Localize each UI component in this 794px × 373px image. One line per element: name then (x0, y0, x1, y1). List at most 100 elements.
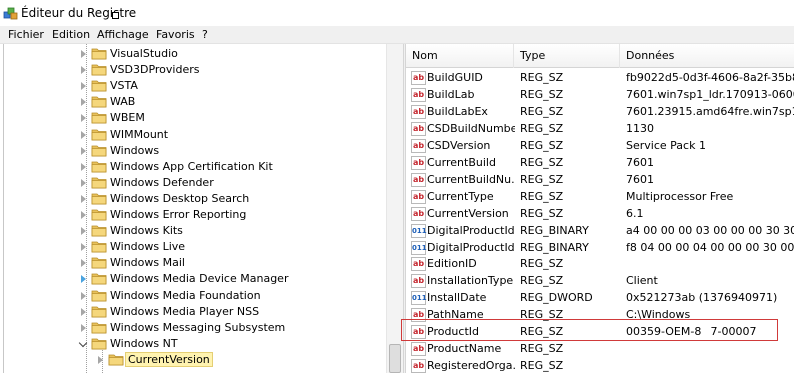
expand-arrow-icon[interactable] (81, 146, 86, 155)
expand-arrow-icon[interactable] (81, 178, 86, 187)
tree-item-label: CurrentVersion (125, 351, 213, 367)
folder-icon (91, 63, 107, 76)
string-value-icon: ab (411, 138, 426, 153)
folder-icon (91, 240, 107, 253)
expand-arrow-icon[interactable] (81, 307, 86, 316)
value-data: 6.1 (626, 206, 644, 220)
tree-guide-line (86, 44, 87, 373)
value-row[interactable]: 011 DigitalProductId4 REG_BINARY f8 04 00 0… (406, 240, 794, 257)
expand-arrow-icon[interactable] (81, 227, 86, 236)
value-type: REG_SZ (520, 138, 564, 152)
expand-arrow-icon[interactable] (81, 259, 86, 268)
tree-item-label: Windows Defender (110, 175, 214, 189)
value-name: InstallationType (427, 274, 514, 288)
value-name: BuildLabEx (427, 104, 488, 118)
expand-arrow-icon[interactable] (81, 194, 86, 203)
menu-edition[interactable]: Edition (52, 28, 90, 41)
value-row[interactable]: 011 InstallDate REG_DWORD 0x521273ab (13769… (406, 290, 794, 307)
value-type: REG_SZ (520, 121, 564, 135)
string-value-icon: ab (411, 172, 426, 187)
value-row[interactable]: 011 DigitalProductId REG_BINARY a4 00 00 00… (406, 223, 794, 240)
folder-icon (91, 79, 107, 92)
value-name: BuildLab (427, 87, 475, 101)
expand-arrow-icon[interactable] (81, 323, 86, 332)
value-type: REG_SZ (520, 257, 564, 271)
menu-affichage[interactable]: Affichage (97, 28, 149, 41)
value-row[interactable]: ab CSDVersion REG_SZ Service Pack 1 (406, 138, 794, 155)
tree-item-label: WAB (110, 95, 136, 109)
value-row[interactable]: ab CurrentType REG_SZ Multiprocessor Free (406, 189, 794, 206)
tree-item-label: Windows Mail (110, 256, 185, 270)
folder-icon (91, 111, 107, 124)
tree-item-label: Windows App Certification Kit (110, 159, 273, 173)
value-data: Multiprocessor Free (626, 189, 734, 203)
column-header-data[interactable]: Données (620, 44, 794, 68)
expand-arrow-icon[interactable] (81, 130, 86, 139)
value-name: CurrentBuild (427, 155, 496, 169)
registry-tree[interactable]: VisualStudio VSD3DProviders VSTA WAB WBEM WIM… (0, 44, 403, 373)
value-row[interactable]: ab CurrentBuild REG_SZ 7601 (406, 155, 794, 172)
value-row[interactable]: ab RegisteredOrga... REG_SZ (406, 358, 794, 373)
expand-arrow-icon[interactable] (81, 82, 86, 91)
tree-border (3, 44, 4, 373)
value-row[interactable]: ab EditionID REG_SZ (406, 256, 794, 273)
folder-icon (91, 321, 107, 334)
folder-icon (91, 176, 107, 189)
string-value-icon: ab (411, 189, 426, 204)
folder-icon (91, 337, 107, 350)
folder-icon (91, 160, 107, 173)
column-header-name[interactable]: Nom (406, 44, 514, 68)
value-row[interactable]: ab CurrentBuildNu... REG_SZ 7601 (406, 172, 794, 189)
value-row[interactable]: ab CSDBuildNumber REG_SZ 1130 (406, 121, 794, 138)
value-name: CSDBuildNumber (427, 121, 515, 135)
tree-item-label: Windows NT (110, 336, 178, 350)
expand-arrow-icon[interactable] (81, 50, 86, 58)
value-name: BuildGUID (427, 71, 483, 84)
value-name: CSDVersion (427, 138, 491, 152)
expand-arrow-icon[interactable] (81, 66, 86, 75)
value-name: CurrentVersion (427, 206, 509, 220)
expand-arrow-icon[interactable] (81, 291, 86, 300)
value-data: a4 00 00 00 03 00 00 00 30 30 33 35 3 (626, 223, 794, 237)
value-type: REG_SZ (520, 71, 564, 84)
string-value-icon: ab (411, 155, 426, 170)
expand-arrow-icon[interactable] (81, 98, 86, 107)
title-bar: Éditeur du Registre (0, 0, 794, 26)
value-row[interactable]: ab BuildGUID REG_SZ fb9022d5-0d3f-4606-8a2f… (406, 70, 794, 87)
tree-item-label: Windows Media Foundation (110, 288, 261, 302)
menu-favoris[interactable]: Favoris (156, 28, 195, 41)
menu-help[interactable]: ? (202, 28, 208, 41)
expand-arrow-icon[interactable] (81, 243, 86, 252)
value-data: f8 04 00 00 04 00 00 00 30 00 30 00 3 (626, 240, 794, 254)
value-row[interactable]: ab BuildLab REG_SZ 7601.win7sp1_ldr.170913-… (406, 87, 794, 104)
menu-bar: Fichier Edition Affichage Favoris ? (0, 26, 794, 44)
expand-arrow-icon[interactable] (98, 355, 103, 364)
folder-icon (91, 208, 107, 221)
list-header: Nom Type Données (406, 44, 794, 68)
value-name: RegisteredOrga... (427, 359, 515, 373)
expand-arrow-icon[interactable] (81, 114, 86, 123)
tree-item-label: Windows Messaging Subsystem (110, 320, 286, 334)
expand-arrow-icon[interactable] (81, 162, 86, 171)
value-name: InstallDate (427, 291, 487, 305)
menu-fichier[interactable]: Fichier (8, 28, 44, 41)
value-data: Client (626, 274, 658, 288)
string-value-icon: ab (411, 274, 426, 289)
value-type: REG_SZ (520, 274, 564, 288)
tree-scrollbar-thumb[interactable] (389, 344, 401, 373)
expand-arrow-icon[interactable] (81, 211, 86, 219)
column-header-type[interactable]: Type (514, 44, 620, 68)
value-type: REG_SZ (520, 104, 564, 118)
value-data: 7601.win7sp1_ldr.170913-0600 (626, 87, 794, 101)
expand-arrow-icon[interactable] (81, 275, 86, 284)
value-row[interactable]: ab CurrentVersion REG_SZ 6.1 (406, 206, 794, 223)
folder-icon (91, 128, 107, 141)
binary-value-icon: 011 (411, 240, 427, 255)
value-row[interactable]: ab InstallationType REG_SZ Client (406, 273, 794, 290)
string-value-icon: ab (411, 104, 426, 119)
string-value-icon: ab (411, 87, 426, 102)
value-row[interactable]: ab ProductName REG_SZ (406, 341, 794, 358)
value-row[interactable]: ab BuildLabEx REG_SZ 7601.23915.amd64fre.wi… (406, 104, 794, 121)
value-type: REG_BINARY (520, 223, 589, 237)
folder-icon (91, 289, 107, 302)
